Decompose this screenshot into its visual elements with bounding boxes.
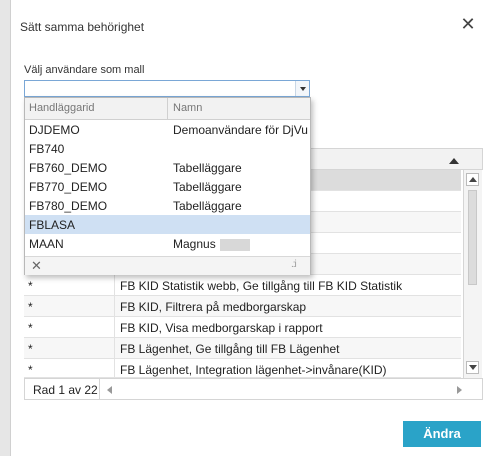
option-id: DJDEMO: [29, 123, 80, 137]
table-row[interactable]: * FB KID, Visa medborgarskap i rapport: [24, 317, 461, 338]
dropdown-option[interactable]: DJDEMO Demoanvändare för DjVu: [25, 120, 310, 139]
scroll-up-icon[interactable]: [466, 173, 479, 186]
table-row[interactable]: * FB KID Statistik webb, Ge tillgång til…: [24, 275, 461, 296]
option-name: Demoanvändare för DjVu: [173, 123, 308, 137]
dialog-title: Sätt samma behörighet: [20, 20, 145, 34]
table-row[interactable]: * FB Lägenhet, Integration lägenhet->inv…: [24, 359, 461, 378]
option-id: FB760_DEMO: [29, 161, 108, 175]
dropdown-option[interactable]: FB770_DEMO Tabelläggare: [25, 177, 310, 196]
option-id: FB740: [29, 142, 65, 156]
chevron-down-icon[interactable]: [295, 81, 309, 96]
option-name-text: Magnus: [173, 237, 216, 251]
table-row[interactable]: * FB KID, Filtrera på medborgarskap: [24, 296, 461, 317]
row-mark: *: [28, 300, 33, 314]
dropdown-option[interactable]: FB780_DEMO Tabelläggare: [25, 196, 310, 215]
column-header-handlaggarid[interactable]: Handläggarid: [29, 102, 94, 114]
clear-selection-icon[interactable]: ✕: [31, 258, 42, 274]
user-dropdown-popup: Handläggarid Namn DJDEMO Demoanvändare f…: [24, 97, 311, 275]
scroll-left-icon[interactable]: [105, 384, 115, 395]
vertical-scrollbar[interactable]: [463, 170, 482, 378]
redacted-surname: [219, 238, 250, 251]
grid-footer: Rad 1 av 22: [24, 378, 483, 400]
row-counter: Rad 1 av 22: [33, 383, 98, 397]
template-user-combobox[interactable]: [24, 80, 310, 97]
scroll-thumb[interactable]: [468, 190, 477, 285]
dropdown-option[interactable]: FB760_DEMO Tabelläggare: [25, 158, 310, 177]
change-button[interactable]: Ändra: [403, 421, 481, 447]
option-name: Tabelläggare: [173, 199, 242, 213]
dropdown-footer: ✕ .:i: [25, 256, 310, 275]
option-name: Magnus: [173, 237, 250, 251]
dropdown-option-selected[interactable]: FBLASA: [25, 215, 310, 234]
row-text: FB KID Statistik webb, Ge tillgång till …: [120, 279, 403, 293]
row-mark: *: [28, 279, 33, 293]
row-text: FB KID, Filtrera på medborgarskap: [120, 300, 307, 314]
scroll-down-icon[interactable]: [466, 361, 479, 374]
row-text: FB Lägenhet, Integration lägenhet->invån…: [120, 363, 387, 377]
resize-grip-icon[interactable]: .:i: [291, 259, 297, 270]
option-id: FB780_DEMO: [29, 199, 108, 213]
scroll-right-icon[interactable]: [455, 384, 465, 395]
row-text: FB KID, Visa medborgarskap i rapport: [120, 321, 323, 335]
dropdown-option[interactable]: MAAN Magnus: [25, 234, 310, 253]
dropdown-option[interactable]: FB740: [25, 139, 310, 158]
option-id: FBLASA: [29, 218, 76, 232]
option-name: Tabelläggare: [173, 161, 242, 175]
sort-ascending-icon[interactable]: [449, 158, 459, 164]
row-mark: *: [28, 363, 33, 377]
window-left-edge: [0, 0, 11, 456]
row-mark: *: [28, 321, 33, 335]
option-id: FB770_DEMO: [29, 180, 108, 194]
close-icon[interactable]: ✕: [458, 14, 478, 34]
template-user-label: Välj användare som mall: [24, 64, 145, 76]
row-mark: *: [28, 342, 33, 356]
row-text: FB Lägenhet, Ge tillgång till FB Lägenhe…: [120, 342, 340, 356]
dropdown-header: Handläggarid Namn: [25, 98, 310, 120]
option-id: MAAN: [29, 237, 64, 251]
table-row[interactable]: * FB Lägenhet, Ge tillgång till FB Lägen…: [24, 338, 461, 359]
option-name: Tabelläggare: [173, 180, 242, 194]
column-header-namn[interactable]: Namn: [173, 102, 202, 114]
